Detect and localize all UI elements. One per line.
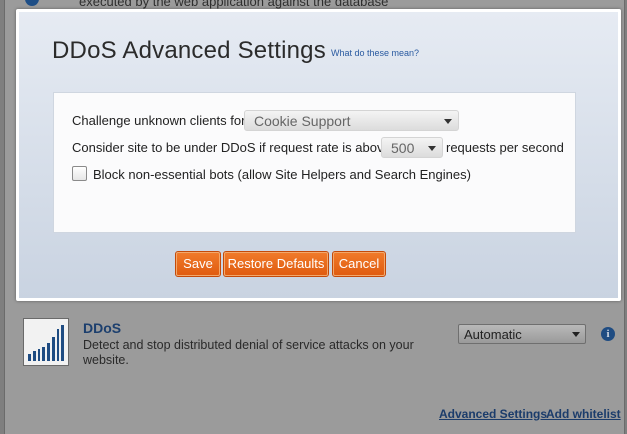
challenge-select[interactable]: Cookie Support: [244, 110, 459, 131]
chevron-down-icon: [572, 332, 580, 337]
chevron-down-icon: [428, 146, 436, 151]
chevron-down-icon: [444, 119, 452, 124]
rate-value: 500: [391, 140, 415, 156]
ddos-mode-select[interactable]: Automatic: [458, 324, 586, 344]
ddos-advanced-settings-dialog: DDoS Advanced Settings What do these mea…: [16, 9, 621, 301]
challenge-value: Cookie Support: [254, 113, 351, 129]
background-top-text: executed by the web application against …: [79, 0, 389, 9]
feature-description: Detect and stop distributed denial of se…: [83, 338, 414, 367]
rate-select[interactable]: 500: [381, 137, 443, 158]
ddos-mode-value: Automatic: [464, 327, 522, 342]
block-bots-label: Block non-essential bots (allow Site Hel…: [93, 167, 471, 182]
info-icon[interactable]: i: [601, 327, 615, 341]
cancel-button[interactable]: Cancel: [332, 251, 386, 277]
settings-panel: Challenge unknown clients for Cookie Sup…: [53, 92, 576, 233]
save-button[interactable]: Save: [175, 251, 221, 277]
restore-defaults-button[interactable]: Restore Defaults: [223, 251, 329, 277]
advanced-settings-link[interactable]: Advanced Settings: [439, 407, 547, 421]
feature-icon-partial: [25, 0, 39, 6]
feature-title: DDoS: [83, 320, 122, 336]
rate-label: Consider site to be under DDoS if reques…: [72, 140, 391, 155]
challenge-label: Challenge unknown clients for: [72, 113, 246, 128]
dialog-title: DDoS Advanced Settings: [52, 37, 326, 64]
ddos-chart-icon: [23, 318, 69, 366]
block-bots-checkbox[interactable]: [72, 166, 87, 181]
rate-suffix: requests per second: [446, 140, 564, 155]
help-link[interactable]: What do these mean?: [331, 48, 419, 58]
add-whitelist-link[interactable]: Add whitelist: [546, 407, 621, 421]
